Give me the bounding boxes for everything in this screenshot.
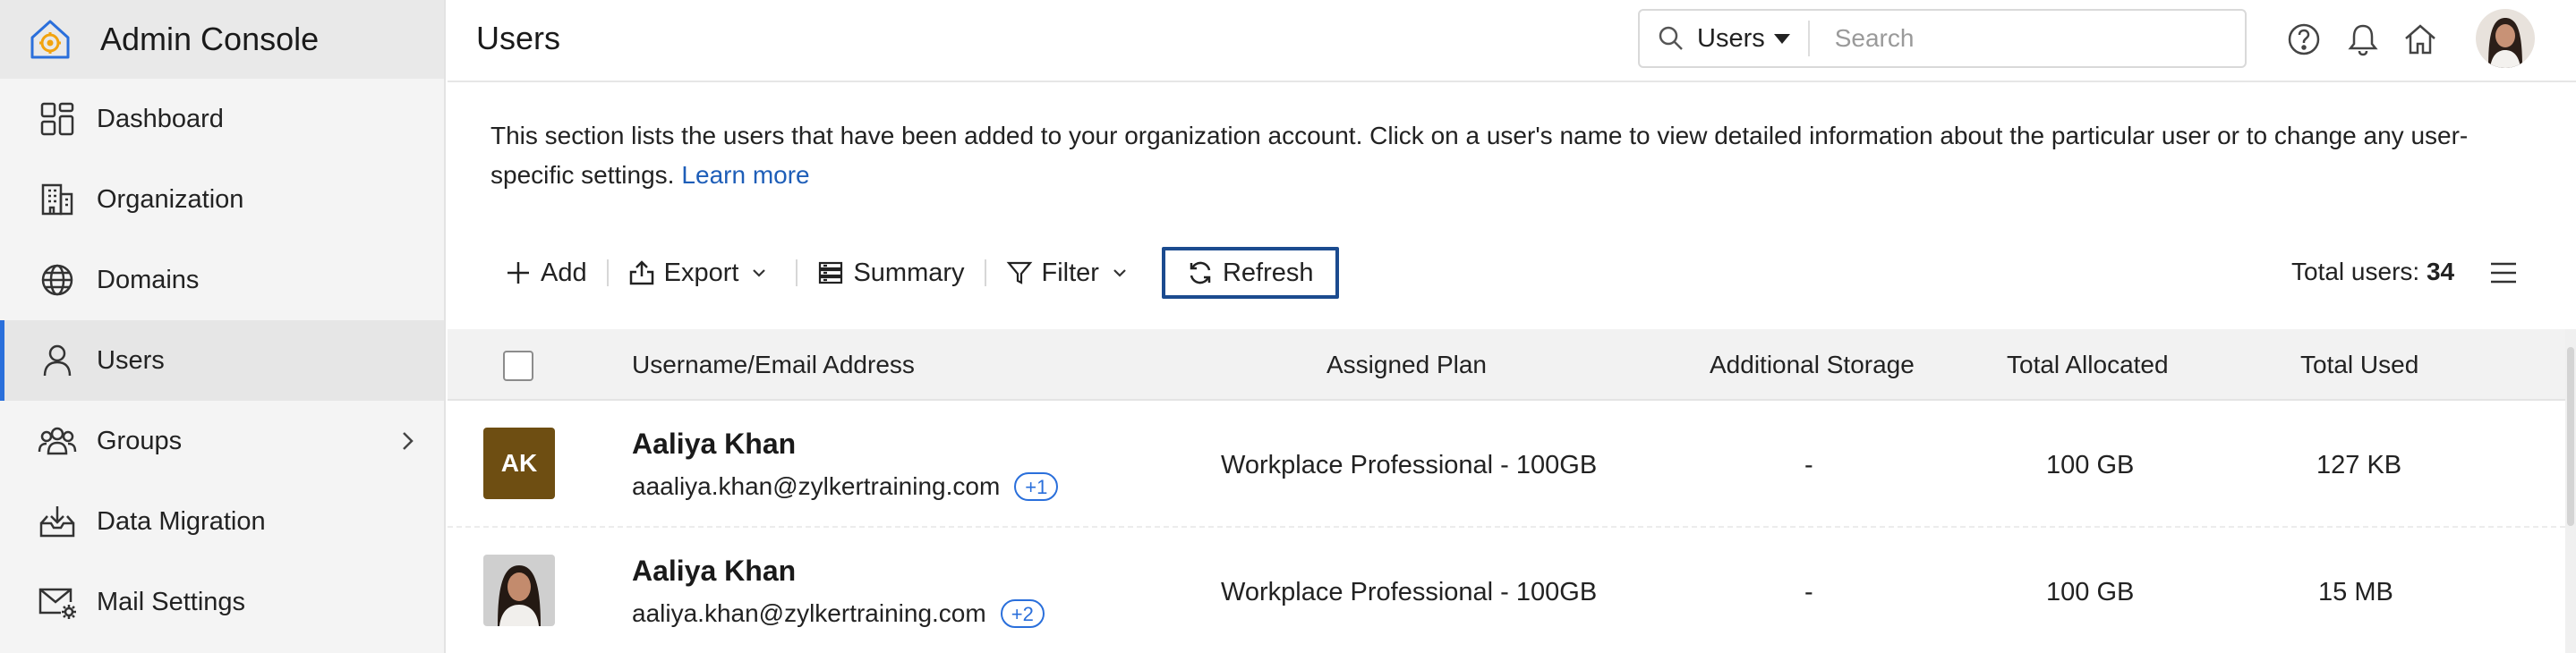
building-icon (38, 180, 77, 219)
total-allocated-cell: 100 GB (2046, 578, 2135, 606)
sidebar-item-label: Domains (97, 265, 200, 294)
sidebar-item-label: Mail Settings (97, 587, 246, 616)
plus-icon (508, 262, 529, 284)
page-description: This section lists the users that have b… (490, 116, 2531, 195)
refresh-icon (1190, 261, 1211, 284)
export-icon (629, 260, 653, 285)
additional-storage-cell: - (1804, 578, 1813, 606)
column-menu-icon[interactable] (2488, 258, 2519, 288)
user-name-link[interactable]: Aaliya Khan (632, 428, 796, 461)
total-used-cell: 15 MB (2318, 578, 2393, 606)
export-label: Export (663, 258, 739, 287)
search-scope-label: Users (1697, 23, 1765, 53)
table-scrollbar[interactable] (2565, 329, 2576, 653)
summary-button[interactable]: Summary (803, 245, 978, 301)
search-box: Users (1638, 9, 2247, 68)
sidebar-item-label: Data Migration (97, 506, 266, 536)
page-title: Users (476, 20, 561, 56)
sidebar-item-label: Users (97, 345, 165, 375)
sidebar-item-label: Organization (97, 184, 244, 214)
sidebar-item-label: Dashboard (97, 104, 224, 133)
extra-emails-badge[interactable]: +1 (1014, 472, 1059, 501)
filter-label: Filter (1041, 258, 1099, 287)
table-header: Username/Email Address Assigned Plan Add… (448, 329, 2565, 401)
column-header-additional-storage[interactable]: Additional Storage (1710, 351, 1915, 379)
sidebar-item-mail-settings[interactable]: Mail Settings (0, 562, 444, 642)
sidebar-item-data-migration[interactable]: Data Migration (0, 481, 444, 562)
total-users-count: 34 (2426, 258, 2455, 285)
column-header-total-used[interactable]: Total Used (2300, 351, 2418, 379)
filter-icon (1006, 261, 1032, 284)
column-header-username[interactable]: Username/Email Address (632, 351, 915, 379)
chevron-down-icon (1113, 269, 1126, 277)
column-header-total-allocated[interactable]: Total Allocated (2007, 351, 2169, 379)
help-icon[interactable] (2286, 21, 2322, 57)
home-icon[interactable] (2402, 21, 2438, 57)
additional-storage-cell: - (1804, 451, 1813, 479)
user-email-text: aaaliya.khan@zylkertraining.com (632, 472, 1001, 500)
export-button[interactable]: Export (614, 245, 791, 301)
search-icon (1659, 26, 1683, 50)
sidebar-nav: Dashboard Organization Domains Users Gro… (0, 79, 444, 642)
toolbar: Add Export Summary Filter Refresh (490, 245, 1339, 301)
select-all-checkbox[interactable] (503, 351, 533, 381)
user-email: aaaliya.khan@zylkertraining.com +1 (632, 472, 1059, 501)
total-used-cell: 127 KB (2316, 451, 2402, 479)
total-users: Total users: 34 (2291, 258, 2454, 286)
search-divider (1807, 21, 1810, 56)
dashboard-icon (38, 99, 77, 139)
avatar-initials: AK (500, 449, 538, 477)
bell-icon[interactable] (2345, 21, 2381, 57)
chevron-down-icon (753, 269, 766, 277)
sidebar-item-groups[interactable]: Groups (0, 401, 444, 481)
total-users-label: Total users: (2291, 258, 2420, 285)
caret-down-icon (1773, 33, 1790, 44)
toolbar-divider (796, 259, 798, 286)
extra-emails-badge[interactable]: +2 (1000, 599, 1045, 628)
user-avatar[interactable] (2476, 9, 2535, 68)
user-email-text: aaliya.khan@zylkertraining.com (632, 599, 986, 627)
toolbar-divider (984, 259, 986, 286)
scrollbar-thumb[interactable] (2567, 347, 2574, 526)
sidebar-item-dashboard[interactable]: Dashboard (0, 79, 444, 159)
inbox-download-icon (38, 502, 77, 541)
column-header-assigned-plan[interactable]: Assigned Plan (1326, 351, 1487, 379)
mail-gear-icon (38, 582, 77, 622)
sidebar-item-label: Groups (97, 426, 183, 455)
user-icon (38, 341, 77, 380)
search-input[interactable] (1834, 24, 2211, 53)
app-title: Admin Console (100, 21, 320, 57)
user-name-link[interactable]: Aaliya Khan (632, 555, 796, 588)
refresh-button[interactable]: Refresh (1161, 247, 1339, 299)
table-row[interactable]: AK Aaliya Khan aaaliya.khan@zylkertraini… (448, 401, 2565, 528)
admin-console-logo-icon (30, 20, 70, 59)
search-scope-dropdown[interactable]: Users (1697, 24, 1790, 54)
user-initials-avatar: AK (483, 428, 555, 499)
refresh-label: Refresh (1222, 258, 1314, 287)
summary-icon (819, 261, 843, 284)
sidebar-item-domains[interactable]: Domains (0, 240, 444, 320)
assigned-plan-cell: Workplace Professional - 100GB (1221, 451, 1598, 479)
globe-icon (38, 260, 77, 300)
add-label: Add (541, 258, 587, 287)
sidebar-item-organization[interactable]: Organization (0, 159, 444, 240)
sidebar-item-users[interactable]: Users (0, 320, 444, 401)
toolbar-divider (606, 259, 609, 286)
assigned-plan-cell: Workplace Professional - 100GB (1221, 578, 1598, 606)
table-row[interactable]: Aaliya Khan aaliya.khan@zylkertraining.c… (448, 528, 2565, 653)
learn-more-link[interactable]: Learn more (681, 161, 809, 189)
user-photo-avatar (483, 555, 555, 626)
top-bar: Users Users (448, 0, 2576, 82)
total-allocated-cell: 100 GB (2046, 451, 2135, 479)
groups-icon (38, 421, 77, 461)
filter-button[interactable]: Filter (992, 245, 1151, 301)
brand: Admin Console (0, 0, 444, 79)
summary-label: Summary (853, 258, 965, 287)
chevron-right-icon (403, 432, 414, 450)
sidebar: Admin Console Dashboard Organization Dom… (0, 0, 446, 653)
user-email: aaliya.khan@zylkertraining.com +2 (632, 599, 1045, 628)
add-button[interactable]: Add (490, 245, 601, 301)
